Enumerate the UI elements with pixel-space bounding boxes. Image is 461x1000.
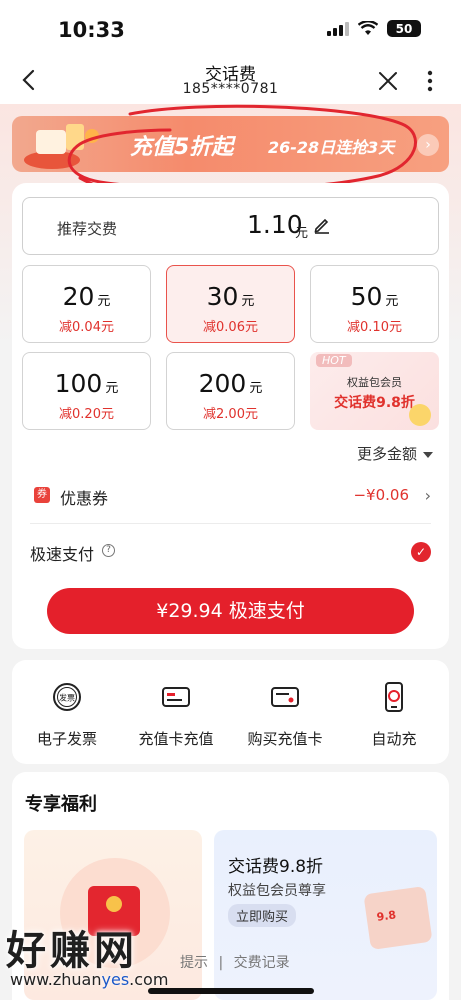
- watermark-url: www.zhuanyes.com: [10, 970, 169, 989]
- invoice-icon-text: 发票: [59, 693, 75, 703]
- help-icon[interactable]: ?: [102, 544, 115, 557]
- discount-card-text: 9.8: [375, 908, 397, 924]
- amount-discount: 减0.06元: [203, 320, 258, 335]
- amount-value: 20: [62, 282, 95, 311]
- auto-recharge-icon: [385, 682, 403, 712]
- wifi-icon: [358, 21, 378, 35]
- tool-e-invoice[interactable]: 发票 电子发票: [12, 682, 122, 749]
- footer-links: 提示 | 交费记录: [180, 952, 290, 972]
- recommended-amount-box[interactable]: 推荐交费 1.10 元: [22, 197, 439, 255]
- status-icons: 50: [327, 20, 421, 37]
- checkmark-icon[interactable]: ✓: [411, 542, 431, 562]
- membership-promo-option[interactable]: HOT 权益包会员 交话费9.8折: [310, 352, 439, 430]
- recommended-label: 推荐交费: [57, 220, 118, 238]
- amount-option-100[interactable]: 100 元 减0.20元: [22, 352, 151, 430]
- more-amounts-dropdown[interactable]: 更多金额: [357, 443, 433, 464]
- divider: [30, 523, 431, 524]
- chevron-right-icon: ›: [424, 486, 431, 505]
- buy-now-button[interactable]: 立即购买: [228, 904, 297, 927]
- banner-date: 26-28日连抢3天: [268, 138, 395, 157]
- edit-pencil-icon[interactable]: [313, 216, 331, 234]
- coupon-icon: 券: [34, 487, 50, 503]
- payment-history-link[interactable]: 交费记录: [234, 955, 290, 971]
- close-icon[interactable]: [377, 70, 399, 92]
- signal-icon: [327, 21, 349, 36]
- fast-pay-label: 极速支付: [30, 545, 95, 564]
- tool-auto-recharge[interactable]: 自动充: [339, 682, 449, 749]
- banner-title: 充值5折起: [130, 135, 234, 160]
- coupon-row[interactable]: 券 优惠券 −¥0.06 ›: [12, 477, 449, 517]
- invoice-icon: 发票: [53, 683, 81, 711]
- coupon-label: 优惠券: [60, 489, 109, 508]
- coin-icon: [409, 404, 431, 426]
- buy-card-icon: [271, 687, 299, 707]
- watermark-logo: 好赚网: [6, 928, 138, 974]
- amount-discount: 减0.10元: [347, 320, 402, 335]
- benefits-title: 专享福利: [25, 794, 97, 815]
- status-time: 10:33: [58, 18, 125, 42]
- amount-option-50[interactable]: 50 元 减0.10元: [310, 265, 439, 343]
- more-amounts-label: 更多金额: [356, 445, 417, 463]
- amount-unit: 元: [385, 294, 399, 309]
- tool-buy-card[interactable]: 购买充值卡: [230, 682, 340, 749]
- promo-line1: 权益包会员: [347, 376, 402, 389]
- amount-discount: 减0.20元: [59, 407, 114, 422]
- benefit-right-tile[interactable]: 交话费9.8折 权益包会员尊享 立即购买 9.8: [214, 830, 437, 1000]
- amount-value: 100: [54, 369, 103, 398]
- tool-label: 购买充值卡: [247, 730, 323, 748]
- benefit-title: 交话费9.8折: [228, 857, 324, 877]
- amount-unit: 元: [97, 294, 111, 309]
- banner-arrow-icon[interactable]: ›: [417, 134, 439, 156]
- fast-pay-row[interactable]: 极速支付 ? ✓: [12, 533, 449, 573]
- amount-unit: 元: [105, 381, 119, 396]
- tool-label: 电子发票: [36, 730, 97, 748]
- amount-value: 50: [350, 282, 383, 311]
- recommended-unit: 元: [295, 226, 309, 241]
- amount-option-200[interactable]: 200 元 减2.00元: [166, 352, 295, 430]
- more-icon[interactable]: [419, 68, 441, 94]
- amount-option-20[interactable]: 20 元 减0.04元: [22, 265, 151, 343]
- tool-card-recharge[interactable]: 充值卡充值: [121, 682, 231, 749]
- tips-link[interactable]: 提示: [180, 955, 208, 971]
- pay-button[interactable]: ¥29.94 极速支付: [47, 588, 414, 634]
- benefit-subtitle: 权益包会员尊享: [228, 883, 326, 899]
- footer-separator: |: [218, 955, 224, 971]
- banner-illustration-icon: [24, 124, 99, 169]
- recharge-card: 推荐交费 1.10 元 20 元 减0.04元 30 元 减0.06元 50 元 减0…: [12, 183, 449, 649]
- amount-value: 200: [198, 369, 247, 398]
- coupon-value: −¥0.06: [353, 486, 409, 504]
- discount-card-icon: 9.8: [363, 885, 433, 951]
- amount-unit: 元: [249, 381, 263, 396]
- amount-discount: 减0.04元: [59, 320, 114, 335]
- tool-label: 充值卡充值: [138, 730, 214, 748]
- amount-value: 30: [206, 282, 239, 311]
- hot-badge: HOT: [316, 354, 352, 367]
- amount-option-30[interactable]: 30 元 减0.06元: [166, 265, 295, 343]
- home-indicator[interactable]: [148, 988, 314, 994]
- tool-label: 自动充: [371, 730, 417, 748]
- chevron-down-icon: [423, 451, 433, 458]
- recharge-card-icon: [162, 687, 190, 707]
- services-card: 发票 电子发票 充值卡充值 购买充值卡 自动充: [12, 660, 449, 764]
- amount-unit: 元: [241, 294, 255, 309]
- promo-banner[interactable]: 充值5折起 26-28日连抢3天 ›: [12, 116, 449, 172]
- battery-icon: 50: [387, 20, 421, 37]
- amount-discount: 减2.00元: [203, 407, 258, 422]
- nav-bar: 交话费 185****0781: [0, 56, 461, 104]
- status-bar: 10:33 50: [0, 0, 461, 56]
